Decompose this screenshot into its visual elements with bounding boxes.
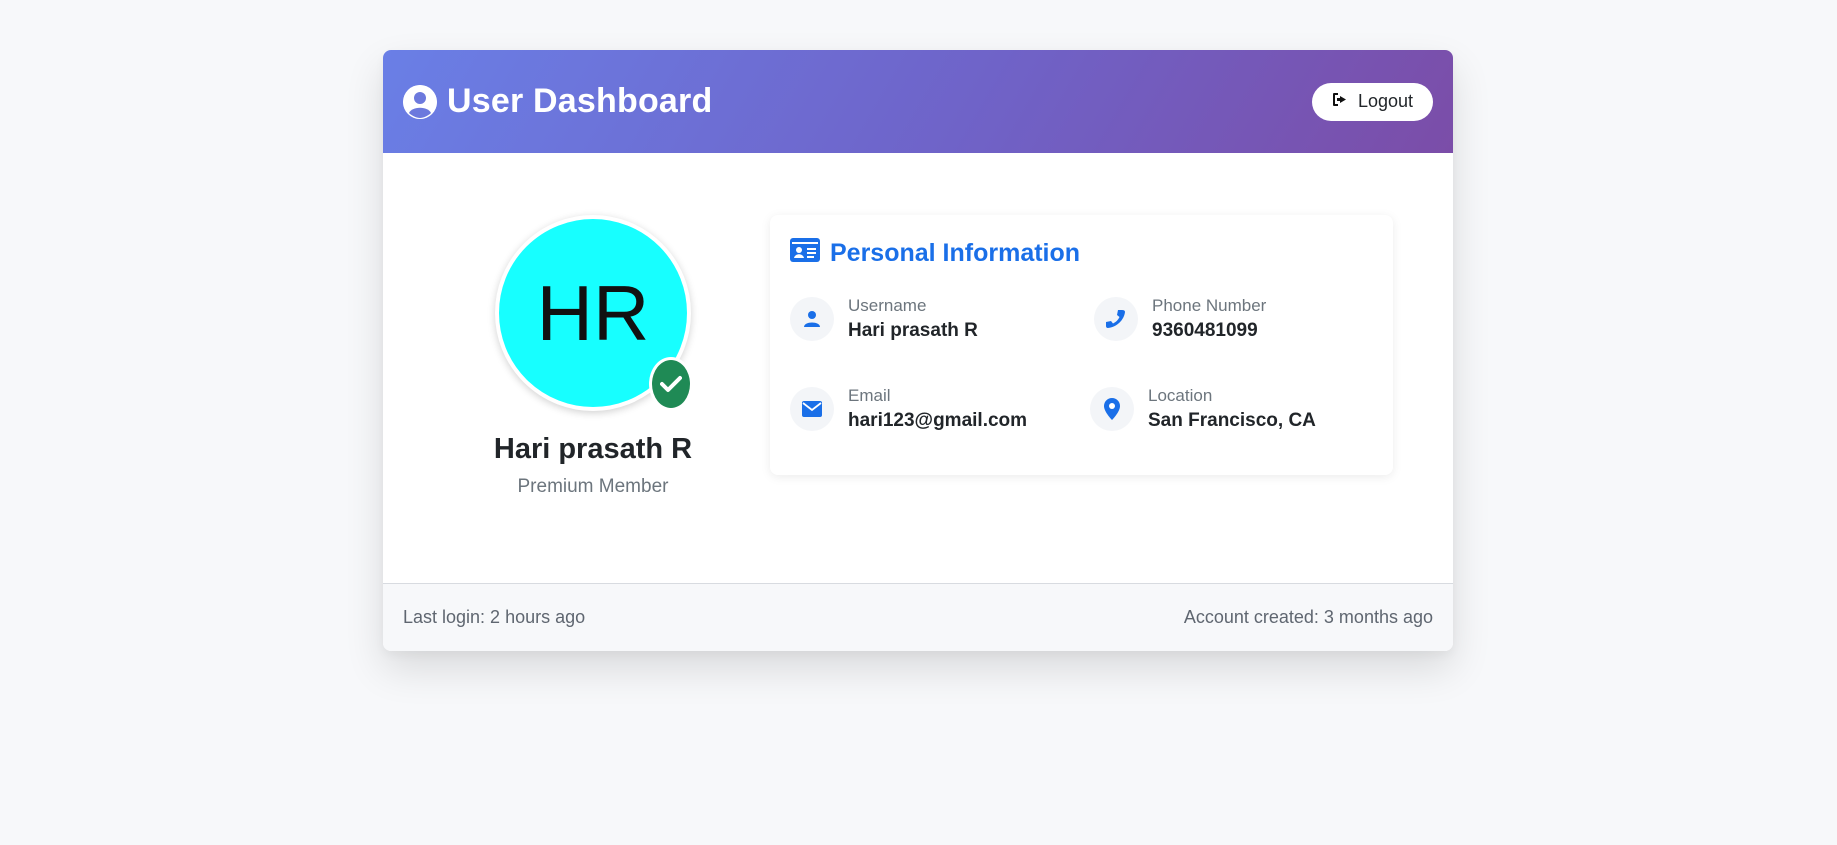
check-badge-icon (649, 357, 693, 411)
membership-label: Premium Member (517, 476, 669, 497)
sign-out-icon (1332, 91, 1349, 112)
avatar: HR (495, 215, 693, 411)
field-email: Email hari123@gmail.com (790, 386, 1027, 432)
dashboard-header: User Dashboard Logout (383, 50, 1453, 153)
username-label: Username (848, 296, 927, 315)
avatar-initials: HR (536, 268, 650, 357)
email-value: hari123@gmail.com (848, 410, 1028, 431)
field-phone: Phone Number 9360481099 (1094, 296, 1266, 342)
brand: User Dashboard (403, 82, 712, 121)
user-circle-icon (403, 84, 437, 119)
page-title: User Dashboard (447, 82, 713, 120)
account-created-text: Account created: 3 months ago (1183, 607, 1433, 627)
personal-information-panel: Personal Information Username Hari prasa… (770, 215, 1393, 475)
logout-label: Logout (1357, 91, 1413, 111)
user-icon (790, 297, 834, 341)
field-location: Location San Francisco, CA (1090, 386, 1316, 432)
profile-name: Hari prasath R (493, 433, 693, 465)
dashboard-card: User Dashboard Logout HR Hari prasath R … (383, 50, 1453, 651)
logout-button[interactable]: Logout (1311, 82, 1433, 121)
profile-section: HR Hari prasath R Premium Member (493, 215, 693, 498)
envelope-icon (790, 387, 834, 431)
phone-icon (1094, 297, 1138, 341)
username-value: Hari prasath R (848, 320, 978, 341)
phone-value: 9360481099 (1152, 320, 1258, 341)
location-label: Location (1148, 386, 1213, 405)
field-username: Username Hari prasath R (790, 296, 978, 342)
location-value: San Francisco, CA (1148, 410, 1316, 431)
dashboard-footer: Last login: 2 hours ago Account created:… (383, 583, 1453, 651)
phone-label: Phone Number (1152, 296, 1267, 315)
last-login-text: Last login: 2 hours ago (403, 607, 586, 627)
id-card-icon (790, 238, 820, 269)
info-title-text: Personal Information (830, 239, 1081, 267)
email-label: Email (848, 386, 891, 405)
personal-information-heading: Personal Information (790, 238, 1080, 269)
location-pin-icon (1090, 387, 1134, 431)
